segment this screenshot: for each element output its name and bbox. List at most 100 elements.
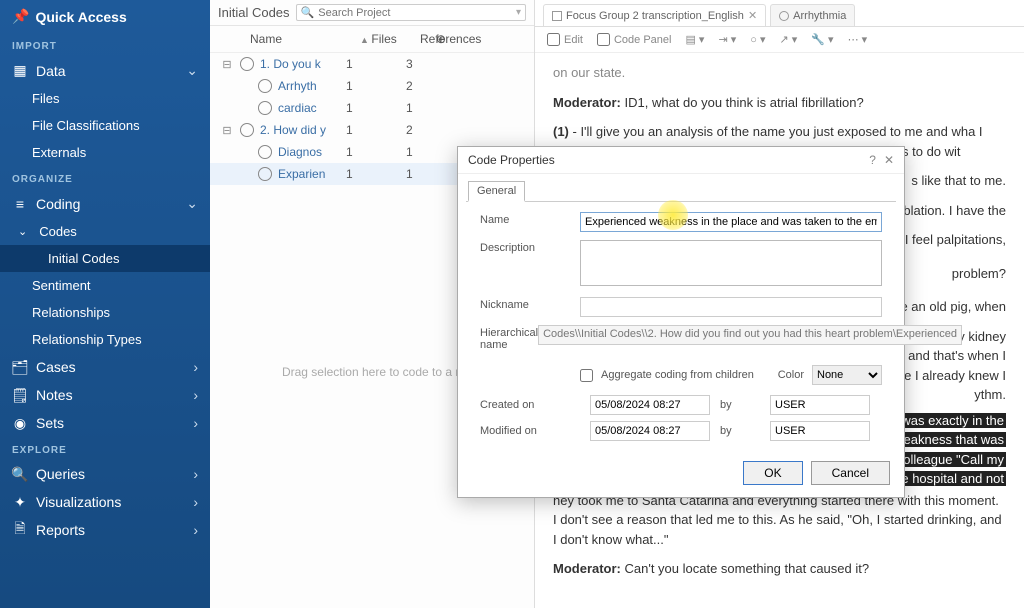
code-panel-toggle[interactable]: Code Panel [597, 33, 672, 46]
nickname-input[interactable] [580, 297, 882, 317]
toolbar-btn[interactable]: ↗ ▾ [779, 33, 797, 46]
collapse-icon[interactable]: ⊟ [220, 124, 234, 137]
toolbar-btn[interactable]: ▤ ▾ [685, 33, 704, 46]
node-icon [779, 11, 789, 21]
dialog-title: Code Properties [468, 153, 555, 167]
sidebar-item-sets[interactable]: ◉ Sets › [0, 409, 210, 437]
report-icon: 🗎 [12, 522, 28, 538]
cancel-button[interactable]: Cancel [811, 461, 890, 485]
dialog-titlebar[interactable]: Code Properties ? ✕ [458, 147, 904, 174]
search-icon: 🔍 [12, 466, 28, 482]
close-icon[interactable]: ✕ [884, 153, 894, 167]
sidebar-item-visualizations[interactable]: ✦ Visualizations › [0, 488, 210, 516]
speaker-label: (1) [553, 124, 569, 139]
sidebar-item-label: Externals [32, 145, 86, 160]
quick-access-header[interactable]: 📌 Quick Access [0, 0, 210, 33]
code-row[interactable]: ⊟ 1. Do you k 1 3 [210, 53, 534, 75]
toolbar-btn[interactable]: ⇥ ▾ [718, 33, 736, 46]
close-icon[interactable]: ✕ [748, 9, 757, 22]
chevron-right-icon: › [193, 387, 198, 403]
toolbar-btn[interactable]: ⋯ ▾ [848, 33, 868, 46]
help-icon[interactable]: ? [869, 153, 876, 167]
sidebar-item-relationship-types[interactable]: Relationship Types [0, 326, 210, 353]
dialog-buttons: OK Cancel [458, 451, 904, 497]
chevron-right-icon: › [193, 359, 198, 375]
tab-label: Focus Group 2 transcription_English [566, 10, 744, 22]
sidebar-item-label: Sentiment [32, 278, 91, 293]
spark-icon: ✦ [12, 494, 28, 510]
ok-button[interactable]: OK [743, 461, 802, 485]
color-select[interactable]: None [812, 365, 882, 385]
sidebar-item-queries[interactable]: 🔍 Queries › [0, 460, 210, 488]
code-row[interactable]: ⊟ 2. How did y 1 2 [210, 119, 534, 141]
modified-by-value [770, 421, 870, 441]
code-name: Exparien [278, 167, 346, 181]
edit-toggle[interactable]: Edit [547, 33, 583, 46]
sidebar-item-file-classifications[interactable]: File Classifications [0, 112, 210, 139]
sidebar-item-notes[interactable]: 🗒 Notes › [0, 381, 210, 409]
search-box[interactable]: 🔍 ▾ [296, 4, 526, 21]
sidebar-item-cases[interactable]: 🗂 Cases › [0, 353, 210, 381]
code-name: cardiac [278, 101, 346, 115]
sidebar-item-reports[interactable]: 🗎 Reports › [0, 516, 210, 544]
sidebar-item-files[interactable]: Files [0, 85, 210, 112]
sidebar-item-label: Codes [39, 224, 77, 239]
description-input[interactable] [580, 240, 882, 286]
sidebar-item-label: Relationship Types [32, 332, 142, 347]
code-row[interactable]: Arrhyth 1 2 [210, 75, 534, 97]
code-row[interactable]: cardiac 1 1 [210, 97, 534, 119]
search-icon: 🔍 [301, 6, 315, 19]
code-name: 2. How did y [260, 123, 346, 137]
sidebar-item-data[interactable]: ▦ Data ⌄ [0, 56, 210, 85]
pin-icon: 📌 [12, 8, 29, 25]
code-panel-checkbox[interactable] [597, 33, 610, 46]
code-refs: 1 [406, 101, 466, 115]
add-icon[interactable]: ⊕ [436, 32, 446, 46]
tab-general[interactable]: General [468, 181, 525, 202]
edit-checkbox[interactable] [547, 33, 560, 46]
sidebar-item-externals[interactable]: Externals [0, 139, 210, 166]
toolbar-btn[interactable]: ○ ▾ [750, 33, 765, 46]
label-name: Name [480, 212, 580, 226]
label-nickname: Nickname [480, 297, 580, 311]
search-input[interactable] [318, 7, 516, 19]
section-organize: ORGANIZE [0, 166, 210, 189]
label-color: Color [778, 369, 804, 381]
col-references[interactable]: References [420, 32, 510, 46]
tab-label: Arrhythmia [793, 10, 846, 22]
created-on-value [590, 395, 710, 415]
speaker-label: Moderator: [553, 561, 621, 576]
chevron-right-icon: › [193, 494, 198, 510]
section-explore: EXPLORE [0, 437, 210, 460]
sidebar-item-initial-codes[interactable]: Initial Codes [0, 245, 210, 272]
briefcase-icon: 🗂 [12, 359, 28, 375]
created-by-value [770, 395, 870, 415]
edit-label: Edit [564, 34, 583, 46]
sidebar-item-label: Visualizations [36, 494, 121, 510]
code-name: Arrhyth [278, 79, 346, 93]
node-icon [258, 167, 272, 181]
sidebar-item-sentiment[interactable]: Sentiment [0, 272, 210, 299]
label-description: Description [480, 240, 580, 254]
sidebar-item-label: Files [32, 91, 59, 106]
code-files: 1 [346, 167, 406, 181]
name-input[interactable] [580, 212, 882, 232]
col-name[interactable]: Name [250, 32, 360, 46]
col-files[interactable]: ▲ Files [360, 32, 420, 46]
sidebar-item-label: Sets [36, 415, 64, 431]
tab-focus-group[interactable]: Focus Group 2 transcription_English ✕ [543, 4, 766, 26]
doc-para: Moderator: Can't you locate something th… [553, 559, 1006, 579]
node-icon [240, 123, 254, 137]
node-icon [258, 79, 272, 93]
code-refs: 3 [406, 57, 466, 71]
tab-arrhythmia[interactable]: Arrhythmia [770, 4, 855, 26]
sidebar-item-codes[interactable]: ⌄ Codes [0, 218, 210, 245]
sidebar-item-relationships[interactable]: Relationships [0, 299, 210, 326]
label-created-on: Created on [480, 399, 580, 411]
node-icon [240, 57, 254, 71]
aggregate-checkbox[interactable] [580, 369, 593, 382]
toolbar-btn[interactable]: 🔧 ▾ [811, 33, 833, 46]
collapse-icon[interactable]: ⊟ [220, 58, 234, 71]
sidebar-item-coding[interactable]: ≡ Coding ⌄ [0, 189, 210, 218]
chevron-down-icon[interactable]: ▾ [516, 7, 521, 18]
